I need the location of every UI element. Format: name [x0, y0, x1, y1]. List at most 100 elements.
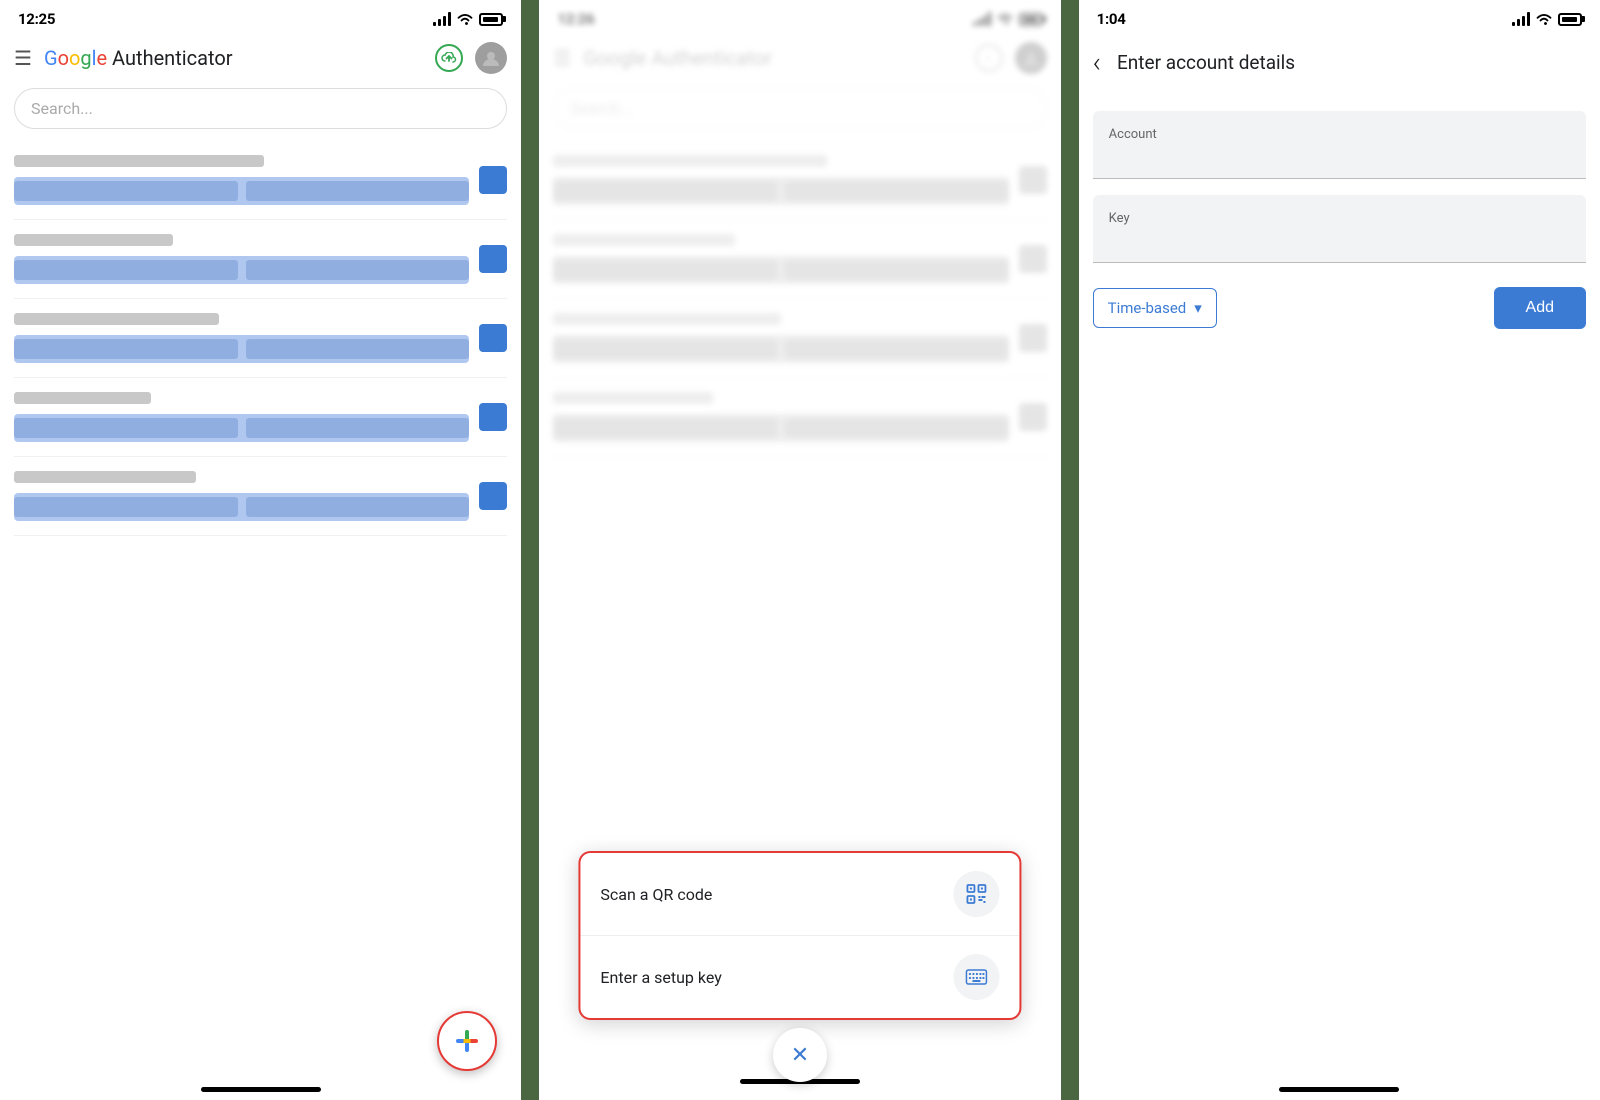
- menu-icon-2: ☰: [553, 46, 571, 70]
- account-input[interactable]: [1109, 146, 1570, 166]
- code-chunk: [14, 260, 238, 280]
- status-icons-3: [1512, 12, 1582, 26]
- list-item: [553, 141, 1046, 220]
- key-label: Key: [1109, 211, 1570, 226]
- account-list-1: [0, 141, 521, 1001]
- avatar-2: [1015, 42, 1047, 74]
- status-bar-2: 12:26: [539, 0, 1060, 34]
- code-chunk: [14, 339, 238, 359]
- keyboard-icon: [954, 954, 1000, 1000]
- account-code-blur: [14, 177, 469, 205]
- battery-icon-3: [1558, 13, 1582, 26]
- signal-icon-3: [1512, 12, 1530, 26]
- blurred-account-list: [539, 141, 1060, 457]
- status-icons-1: [433, 12, 503, 26]
- code-timer: [479, 403, 507, 431]
- list-item: [553, 378, 1046, 457]
- list-item: [14, 141, 507, 220]
- account-info: [14, 155, 469, 205]
- user-avatar-1[interactable]: [475, 42, 507, 74]
- account-name-blur: [14, 471, 196, 483]
- status-time-3: 1:04: [1097, 10, 1126, 28]
- account-info: [14, 471, 469, 521]
- wifi-icon-3: [1536, 13, 1552, 26]
- code-chunk: [246, 497, 470, 517]
- account-details-form: Account Key: [1079, 87, 1600, 279]
- code-chunk: [246, 260, 470, 280]
- code-chunk: [14, 181, 238, 201]
- divider-1: [521, 0, 539, 1100]
- status-bar-1: 12:25: [0, 0, 521, 34]
- enter-setup-key-item[interactable]: Enter a setup key: [580, 936, 1019, 1018]
- signal-icon-1: [433, 12, 451, 26]
- code-timer: [479, 324, 507, 352]
- code-timer: [479, 166, 507, 194]
- signal-icon-2: [973, 12, 991, 26]
- code-timer: [479, 482, 507, 510]
- code-chunk: [246, 418, 470, 438]
- account-info: [14, 313, 469, 363]
- account-code-blur: [14, 414, 469, 442]
- add-method-popup: Scan a QR code Enter a setup key: [578, 851, 1021, 1020]
- home-indicator-3: [1279, 1087, 1399, 1092]
- divider-2: [1061, 0, 1079, 1100]
- status-icons-2: [973, 12, 1043, 26]
- search-input-2: Search...: [553, 88, 1046, 129]
- enter-account-header: ‹ Enter account details: [1079, 34, 1600, 87]
- code-chunk: [14, 497, 238, 517]
- cloud-icon-2: ↑: [975, 44, 1003, 72]
- wifi-icon-1: [457, 13, 473, 26]
- code-chunk: [14, 418, 238, 438]
- battery-icon-2: [1019, 13, 1043, 26]
- menu-icon-1[interactable]: ☰: [14, 46, 32, 70]
- scan-qr-item[interactable]: Scan a QR code: [580, 853, 1019, 936]
- account-name-blur: [14, 313, 219, 325]
- list-item: [553, 220, 1046, 299]
- account-code-blur: [14, 335, 469, 363]
- code-timer: [479, 245, 507, 273]
- account-label: Account: [1109, 127, 1570, 142]
- code-chunk: [246, 181, 470, 201]
- list-item: [14, 457, 507, 536]
- close-popup-fab[interactable]: ✕: [773, 1028, 827, 1082]
- account-name-blur: [14, 392, 151, 404]
- form-actions: Time-based ▾ Add: [1079, 279, 1600, 329]
- key-field[interactable]: Key: [1093, 195, 1586, 263]
- status-bar-3: 1:04: [1079, 0, 1600, 34]
- search-input-1[interactable]: Search...: [14, 88, 507, 129]
- status-time-1: 12:25: [18, 10, 55, 28]
- fab-area-1: [0, 1001, 521, 1087]
- account-code-blur: [14, 256, 469, 284]
- add-account-fab[interactable]: [437, 1011, 497, 1071]
- list-item: [14, 220, 507, 299]
- status-time-2: 12:26: [557, 10, 594, 28]
- panel-3: 1:04 ‹ Enter account details Account Key: [1079, 0, 1600, 1100]
- account-code-blur: [14, 493, 469, 521]
- panel-1: 12:25 ☰ Google Authenticator: [0, 0, 521, 1100]
- add-button[interactable]: Add: [1494, 287, 1586, 329]
- app-header-1: ☰ Google Authenticator: [0, 34, 521, 84]
- account-info: [14, 392, 469, 442]
- account-info: [14, 234, 469, 284]
- cloud-upload-icon-1[interactable]: [435, 44, 463, 72]
- scan-qr-icon: [954, 871, 1000, 917]
- list-item: [14, 299, 507, 378]
- code-chunk: [246, 339, 470, 359]
- home-indicator-1: [201, 1087, 321, 1092]
- chevron-down-icon: ▾: [1194, 299, 1202, 317]
- account-name-blur: [14, 155, 264, 167]
- list-item: [14, 378, 507, 457]
- type-selector[interactable]: Time-based ▾: [1093, 288, 1217, 328]
- close-icon: ✕: [791, 1043, 809, 1068]
- wifi-icon-2: [997, 13, 1013, 26]
- app-header-2: ☰ Google Authenticator ↑: [539, 34, 1060, 84]
- app-title-1: Google Authenticator: [44, 46, 423, 70]
- account-name-blur: [14, 234, 173, 246]
- key-input[interactable]: [1109, 230, 1570, 250]
- setup-key-label: Enter a setup key: [600, 968, 721, 987]
- page-title: Enter account details: [1117, 51, 1295, 74]
- account-field[interactable]: Account: [1093, 111, 1586, 179]
- scan-qr-label: Scan a QR code: [600, 885, 712, 904]
- app-title-2: Google Authenticator: [583, 46, 962, 70]
- back-button[interactable]: ‹: [1093, 46, 1101, 79]
